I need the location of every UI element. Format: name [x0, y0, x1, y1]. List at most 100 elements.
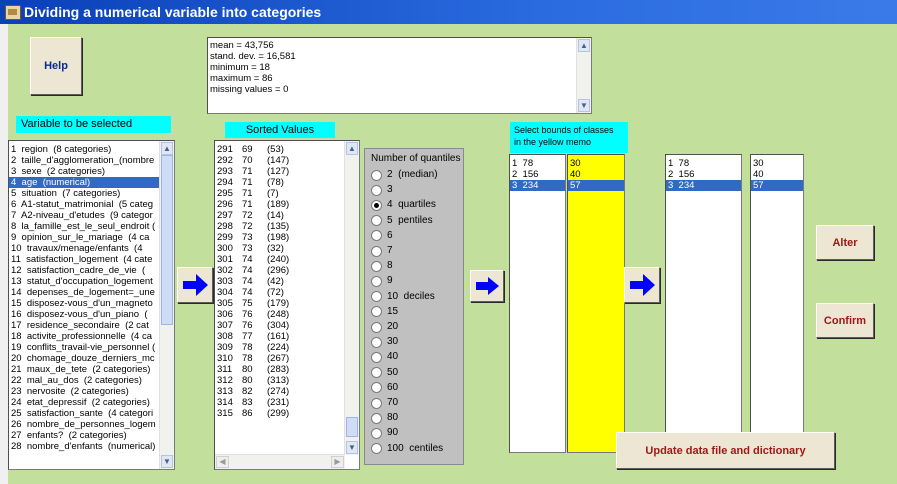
- variable-list-item[interactable]: 21 maux_de_tete (2 categories): [9, 364, 160, 375]
- variable-list-item[interactable]: 16 disposez-vous_d'un_piano (: [9, 309, 160, 320]
- radio-button-icon[interactable]: [371, 199, 382, 211]
- scroll-right-icon[interactable]: ▶: [331, 456, 344, 468]
- result-index-row[interactable]: 2 156: [666, 169, 741, 180]
- quantile-option[interactable]: 70: [371, 397, 398, 409]
- quantile-option[interactable]: 9: [371, 275, 393, 287]
- alter-button[interactable]: Alter: [816, 225, 874, 260]
- statistics-memo[interactable]: mean = 43,756 stand. dev. = 16,581 minimum…: [207, 37, 592, 114]
- scroll-up-icon[interactable]: ▲: [578, 39, 590, 52]
- sorted-value-row[interactable]: 297 72 (14): [215, 210, 345, 221]
- sorted-value-row[interactable]: 301 74 (240): [215, 254, 345, 265]
- variable-list-item[interactable]: 22 mal_au_dos (2 categories): [9, 375, 160, 386]
- variable-list-item[interactable]: 14 depenses_de_logement=_une: [9, 287, 160, 298]
- variable-list-item[interactable]: 27 enfants? (2 categories): [9, 430, 160, 441]
- radio-button-icon[interactable]: [371, 184, 382, 196]
- sorted-value-row[interactable]: 291 69 (53): [215, 144, 345, 155]
- variable-list-item[interactable]: 9 opinion_sur_le_mariage (4 ca: [9, 232, 160, 243]
- variable-list-item[interactable]: 5 situation (7 categories): [9, 188, 160, 199]
- transfer-arrow-button[interactable]: [177, 267, 213, 303]
- result-bound-row[interactable]: 30: [751, 158, 803, 169]
- class-index-row[interactable]: 3 234: [510, 180, 565, 191]
- variable-list-item[interactable]: 28 nombre_d'enfants (numerical): [9, 441, 160, 452]
- quantile-option[interactable]: 10 deciles: [371, 291, 435, 303]
- radio-button-icon[interactable]: [371, 230, 382, 242]
- sorted-value-row[interactable]: 299 73 (198): [215, 232, 345, 243]
- quantile-option[interactable]: 30: [371, 336, 398, 348]
- variable-list-item[interactable]: 8 la_famille_est_le_seul_endroit (: [9, 221, 160, 232]
- radio-button-icon[interactable]: [371, 275, 382, 287]
- variable-list-item[interactable]: 6 A1-statut_matrimonial (5 categ: [9, 199, 160, 210]
- bounds-yellow-memo[interactable]: 30 40 57: [567, 154, 625, 453]
- variable-list-item[interactable]: 15 disposez-vous_d'un_magneto: [9, 298, 160, 309]
- sorted-value-row[interactable]: 306 76 (248): [215, 309, 345, 320]
- sorted-value-row[interactable]: 309 78 (224): [215, 342, 345, 353]
- radio-button-icon[interactable]: [371, 443, 382, 455]
- radio-button-icon[interactable]: [371, 397, 382, 409]
- radio-button-icon[interactable]: [371, 306, 382, 318]
- class-index-row[interactable]: 2 156: [510, 169, 565, 180]
- confirm-button[interactable]: Confirm: [816, 303, 874, 338]
- variable-list-item[interactable]: 20 chomage_douze_derniers_mc: [9, 353, 160, 364]
- variable-list-item[interactable]: 23 nervosite (2 categories): [9, 386, 160, 397]
- variable-list-item[interactable]: 12 satisfaction_cadre_de_vie (: [9, 265, 160, 276]
- variable-list-item[interactable]: 17 residence_secondaire (2 cat: [9, 320, 160, 331]
- class-bound-row[interactable]: 57: [568, 180, 624, 191]
- statistics-scrollbar[interactable]: ▲ ▼: [576, 38, 591, 113]
- scroll-thumb[interactable]: [161, 155, 173, 325]
- quantile-option[interactable]: 80: [371, 412, 398, 424]
- variable-list-item[interactable]: 3 sexe (2 categories): [9, 166, 160, 177]
- sorted-value-row[interactable]: 302 74 (296): [215, 265, 345, 276]
- scroll-down-icon[interactable]: ▼: [161, 455, 173, 468]
- sorted-value-row[interactable]: 292 70 (147): [215, 155, 345, 166]
- quantile-option[interactable]: 3: [371, 184, 393, 196]
- scroll-up-icon[interactable]: ▲: [161, 142, 173, 155]
- update-data-file-button[interactable]: Update data file and dictionary: [616, 432, 835, 469]
- variable-list-scrollbar[interactable]: ▲ ▼: [159, 141, 174, 469]
- radio-button-icon[interactable]: [371, 351, 382, 363]
- sorted-value-row[interactable]: 315 86 (299): [215, 408, 345, 419]
- sorted-value-row[interactable]: 314 83 (231): [215, 397, 345, 408]
- result-index-row[interactable]: 1 78: [666, 158, 741, 169]
- class-index-list[interactable]: 1 78 2 156 3 234: [509, 154, 566, 453]
- sorted-value-row[interactable]: 313 82 (274): [215, 386, 345, 397]
- sorted-value-row[interactable]: 304 74 (72): [215, 287, 345, 298]
- sorted-values-list[interactable]: 291 69 (53) 292 70 (147) 293 71 (127) 294 71 (78) 29…: [214, 140, 360, 470]
- variable-list-item[interactable]: 4 age (numerical): [9, 177, 160, 188]
- sorted-value-row[interactable]: 312 80 (313): [215, 375, 345, 386]
- quantile-option[interactable]: 50: [371, 367, 398, 379]
- result-bounds-list[interactable]: 30 40 57: [750, 154, 804, 453]
- radio-button-icon[interactable]: [371, 367, 382, 379]
- quantile-option[interactable]: 4 quartiles: [371, 199, 436, 211]
- radio-button-icon[interactable]: [371, 336, 382, 348]
- help-button[interactable]: Help: [30, 37, 82, 95]
- class-bound-row[interactable]: 40: [568, 169, 624, 180]
- variable-list-item[interactable]: 1 region (8 categories): [9, 144, 160, 155]
- variable-list-item[interactable]: 19 conflits_travail-vie_personnel (: [9, 342, 160, 353]
- radio-button-icon[interactable]: [371, 169, 382, 181]
- variable-list[interactable]: 1 region (8 categories) 2 taille_d'agglom…: [8, 140, 175, 470]
- quantile-option[interactable]: 6: [371, 230, 393, 242]
- quantile-option[interactable]: 20: [371, 321, 398, 333]
- variable-list-item[interactable]: 13 statut_d'occupation_logement: [9, 276, 160, 287]
- sorted-value-row[interactable]: 308 77 (161): [215, 331, 345, 342]
- sorted-value-row[interactable]: 305 75 (179): [215, 298, 345, 309]
- quantile-option[interactable]: 5 pentiles: [371, 215, 433, 227]
- scroll-down-icon[interactable]: ▼: [578, 99, 590, 112]
- scroll-up-icon[interactable]: ▲: [346, 142, 358, 155]
- sorted-value-row[interactable]: 310 78 (267): [215, 353, 345, 364]
- variable-list-item[interactable]: 18 activite_professionnelle (4 ca: [9, 331, 160, 342]
- variable-list-item[interactable]: 10 travaux/menage/enfants (4: [9, 243, 160, 254]
- variable-list-item[interactable]: 24 etat_depressif (2 categories): [9, 397, 160, 408]
- sorted-value-row[interactable]: 296 71 (189): [215, 199, 345, 210]
- sorted-values-scrollbar[interactable]: ▲ ▼: [344, 141, 359, 455]
- quantile-option[interactable]: 90: [371, 427, 398, 439]
- class-index-row[interactable]: 1 78: [510, 158, 565, 169]
- transfer-arrow-button-3[interactable]: [624, 267, 660, 303]
- scroll-left-icon[interactable]: ◀: [216, 456, 229, 468]
- radio-button-icon[interactable]: [371, 321, 382, 333]
- result-bound-row[interactable]: 57: [751, 180, 803, 191]
- quantile-option[interactable]: 40: [371, 351, 398, 363]
- result-bound-row[interactable]: 40: [751, 169, 803, 180]
- quantile-option[interactable]: 7: [371, 245, 393, 257]
- radio-button-icon[interactable]: [371, 382, 382, 394]
